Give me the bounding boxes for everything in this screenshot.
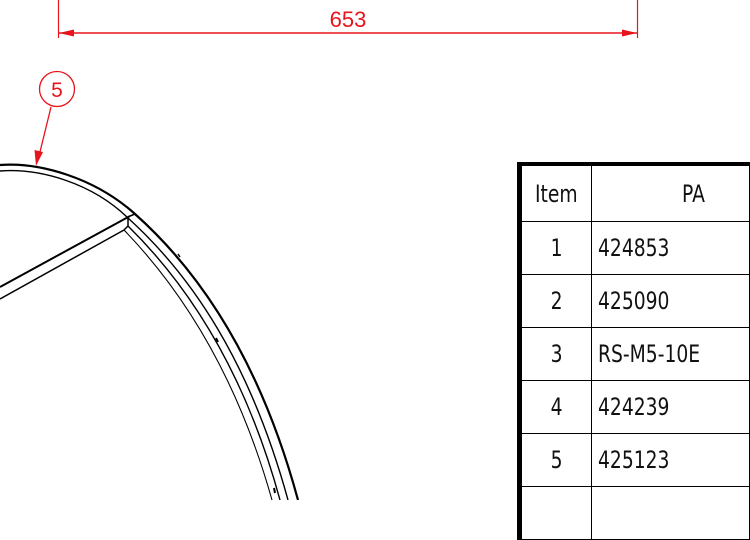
spoke-upper-edge xyxy=(0,215,131,288)
dimension-value: 653 xyxy=(330,7,367,32)
table-row xyxy=(519,486,750,540)
dimension-653: 653 xyxy=(57,0,639,38)
part-number-cell: 424239 xyxy=(590,380,750,434)
item-number-cell: 5 xyxy=(519,433,592,487)
table-row: 5 425123 xyxy=(519,433,750,487)
spoke-lower-edge xyxy=(0,229,125,300)
balloon-callout: 5 xyxy=(34,70,76,166)
hole-mark xyxy=(273,487,276,494)
item-number-cell: 2 xyxy=(519,274,592,328)
item-number-cell: 1 xyxy=(519,221,592,275)
header-item: Item xyxy=(519,163,592,222)
table-header-row: Item PA xyxy=(519,163,750,222)
leader-arrowhead xyxy=(34,150,43,166)
part-number-cell: 424853 xyxy=(590,221,750,275)
part-number-cell: 425123 xyxy=(590,433,750,487)
ring-part xyxy=(0,163,300,500)
hole-mark xyxy=(177,253,181,258)
arrowhead-right xyxy=(622,29,637,37)
arrowhead-left xyxy=(59,29,74,37)
table-row: 1 424853 xyxy=(519,221,750,275)
item-number-cell: 4 xyxy=(519,380,592,434)
part-number-cell: 425090 xyxy=(590,274,750,328)
ring-outer-edge-inner xyxy=(0,169,289,500)
ring-outer-edge xyxy=(0,163,300,500)
ring-inner-edge-2 xyxy=(123,229,273,500)
balloon-number: 5 xyxy=(51,79,63,102)
header-part-number: PA xyxy=(590,163,750,222)
ring-inner-edge xyxy=(127,225,281,500)
part-number-cell: RS-M5-10E xyxy=(590,327,750,381)
table-row: 4 424239 xyxy=(519,380,750,434)
item-number-cell xyxy=(519,486,592,540)
part-number-cell xyxy=(590,486,750,540)
table-row: 3 RS-M5-10E xyxy=(519,327,750,381)
bill-of-materials-table: Item PA 1 424853 2 425090 3 RS-M5-10E 4 … xyxy=(517,162,750,540)
item-number-cell: 3 xyxy=(519,327,592,381)
table-row: 2 425090 xyxy=(519,274,750,328)
